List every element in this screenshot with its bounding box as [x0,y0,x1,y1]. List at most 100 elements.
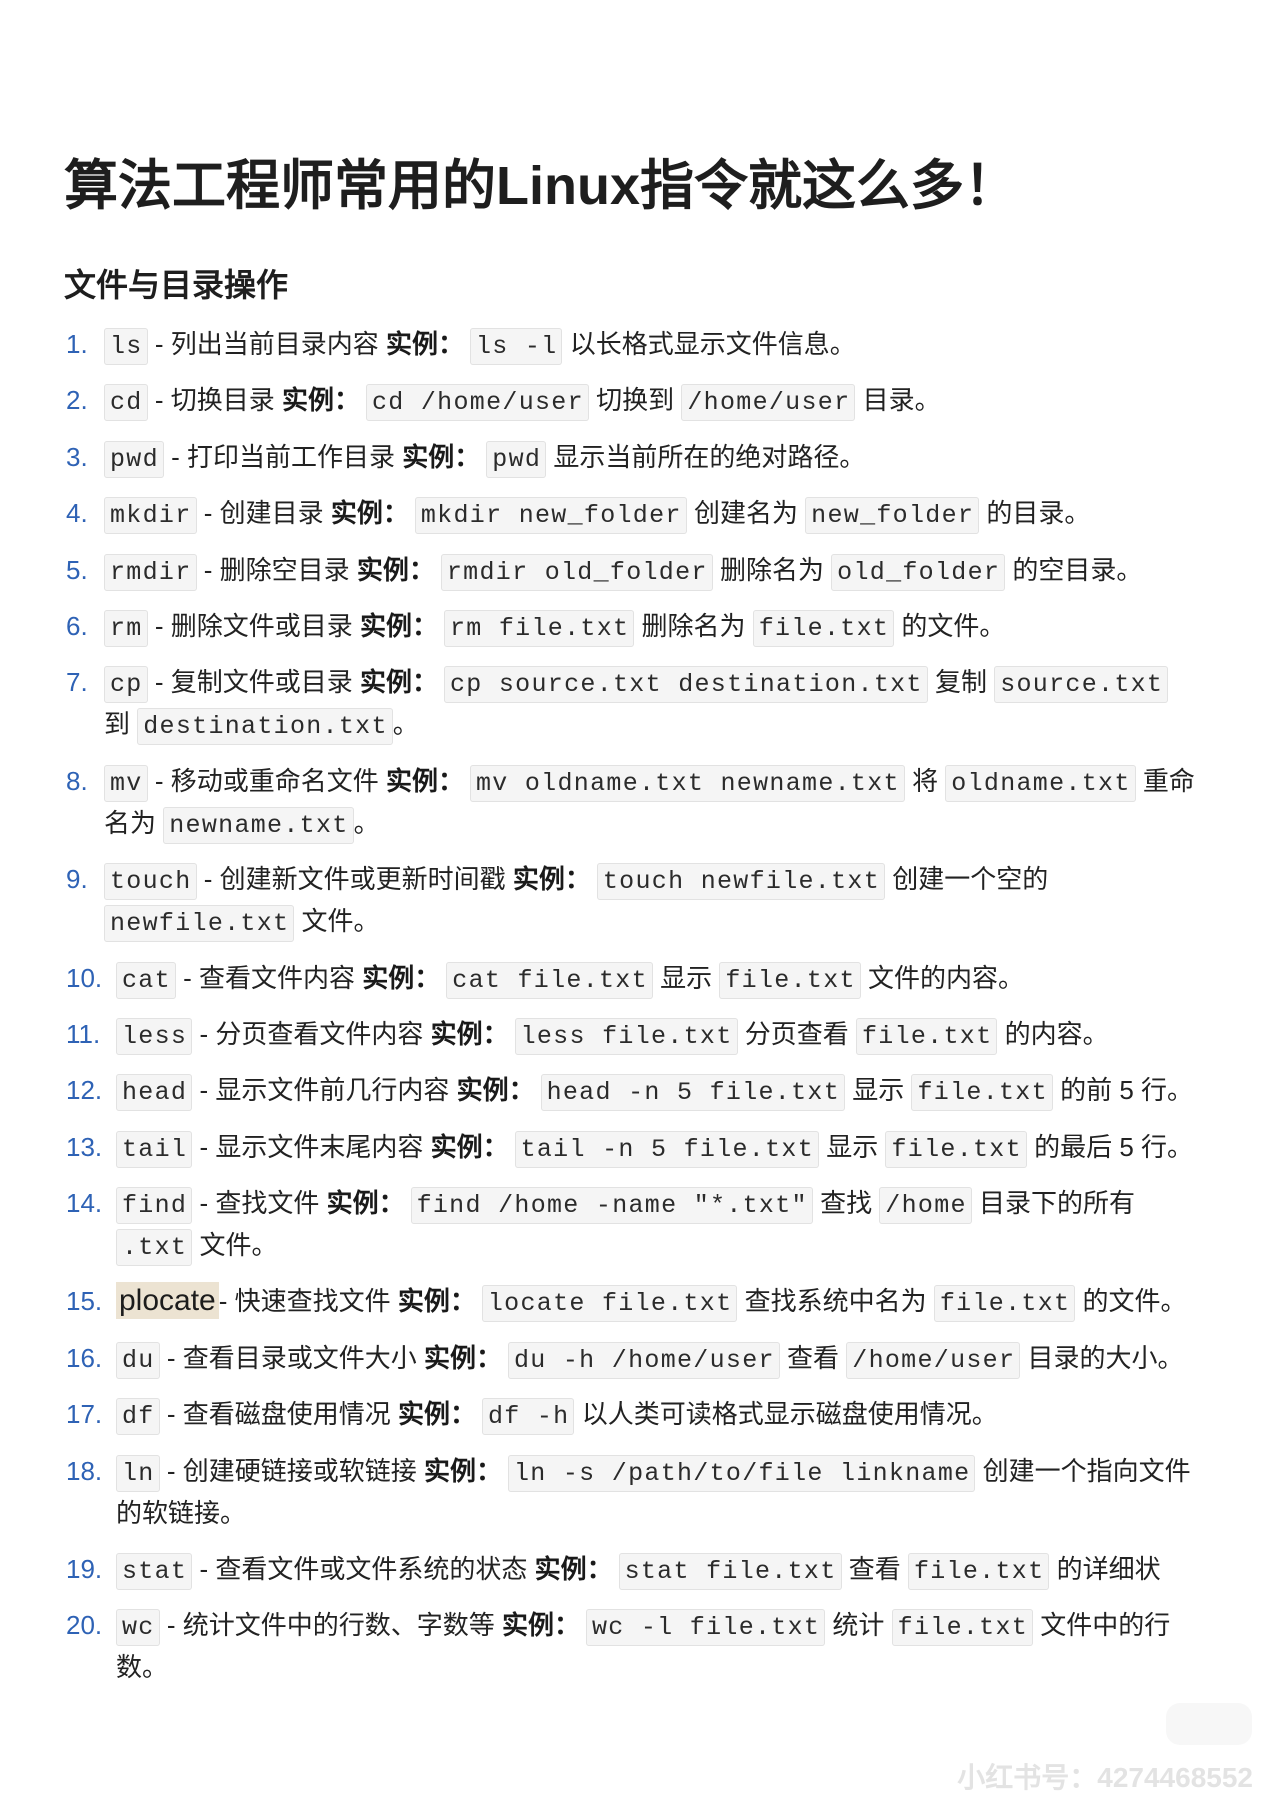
command-name: ls [104,328,148,365]
list-item-line: plocate - 快速查找文件 实例： locate file.txt 查找系统中… [116,1280,1280,1323]
list-item-line: cat - 查看文件内容 实例： cat file.txt 显示 file.txt… [116,957,1280,999]
example-label: 实例： [385,765,464,796]
description-text: 统计 [825,1610,892,1641]
description-text: 分页查看 [737,1018,856,1049]
command-name: df [116,1398,160,1436]
description-text: - 分页查看文件内容 [192,1018,431,1049]
description-text: 创建一个指向文件 [975,1455,1191,1486]
inline-code: /home/user [846,1341,1021,1379]
description-text: 删除名为 [712,554,832,585]
inline-code: wc -l file.txt [585,1609,826,1647]
example-label: 实例： [501,1610,580,1641]
description-text: - 创建硬链接或软链接 [159,1455,424,1486]
example-label: 实例： [430,1131,509,1162]
description-text: 。 [392,709,419,740]
inline-code: file.txt [933,1285,1076,1323]
example-label: 实例： [397,1286,476,1317]
description-text: - 列出当前目录内容 [147,329,386,359]
command-name: less [116,1017,193,1055]
inline-code: source.txt [994,666,1169,704]
list-item-body: cd - 切换目录 实例： cd /home/user 切换到 /home/use… [0,379,1280,422]
list-number: 5. [66,554,88,585]
example-label: 实例： [326,1188,405,1219]
description-text: 的目录。 [979,498,1091,529]
list-number: 16. [66,1342,103,1373]
command-name: find [116,1187,193,1225]
inline-code: cp source.txt destination.txt [443,666,928,704]
list-item-body: du - 查看目录或文件大小 实例： du -h /home/user 查看 /h… [0,1337,1280,1379]
inline-code: file.txt [891,1609,1034,1647]
example-label: 实例： [512,864,591,895]
list-item-line: cp - 复制文件或目录 实例： cp source.txt destinatio… [104,661,1280,704]
example-label: 实例： [430,1018,509,1049]
list-number: 6. [66,610,88,641]
description-text: 显示 [819,1131,886,1162]
list-item: 19. stat - 查看文件或文件系统的状态 实例： stat file.txt … [0,1548,1280,1591]
list-item-line: df - 查看磁盘使用情况 实例： df -h 以人类可读格式显示磁盘使用情况。 [116,1393,1280,1436]
description-text: 的前 5 行。 [1052,1075,1194,1106]
list-number: 3. [66,441,88,472]
description-text: 。 [353,807,380,838]
list-item: 2. cd - 切换目录 实例： cd /home/user 切换到 /home/u… [0,379,1280,422]
watermark-logo [1166,1703,1252,1745]
list-item-line: du - 查看目录或文件大小 实例： du -h /home/user 查看 /h… [116,1337,1280,1379]
list-item-line: rm - 删除文件或目录 实例： rm file.txt 删除名为 file.tx… [104,605,1280,647]
inline-code: .txt [116,1229,193,1267]
list-number: 19. [66,1554,103,1585]
list-item-line: tail - 显示文件末尾内容 实例： tail -n 5 file.txt 显示… [116,1126,1280,1168]
description-text: 显示 [652,962,720,993]
list-number: 15. [66,1286,103,1317]
list-number: 18. [66,1455,103,1486]
description-text: - 查看文件内容 [175,962,363,993]
inline-code: df -h [481,1398,575,1436]
example-label: 实例： [362,962,441,993]
description-text: 的文件。 [1075,1286,1187,1317]
description-text: - 复制文件或目录 [147,667,360,698]
inline-code: mkdir new_folder [414,497,687,535]
inline-code: old_folder [831,553,1006,591]
list-item-body: tail - 显示文件末尾内容 实例： tail -n 5 file.txt 显示… [0,1126,1280,1168]
description-text: 以长格式显示文件信息。 [562,329,856,359]
description-text: 目录的大小。 [1020,1342,1184,1373]
description-text: 的最后 5 行。 [1026,1131,1194,1162]
command-name: cp [104,666,148,704]
description-text: - 切换目录 [147,385,282,416]
description-text: - 移动或重命名文件 [147,765,386,796]
inline-code: rmdir old_folder [440,553,713,591]
command-name: touch [104,863,197,901]
description-text: 目录下的所有 [971,1188,1136,1219]
watermark: 小红书号：4274468552 [957,1762,1253,1793]
description-text: 切换到 [588,385,682,416]
inline-code: newfile.txt [104,905,295,943]
description-text: - 快速查找文件 [218,1286,398,1317]
example-label: 实例： [402,441,481,472]
section-heading: 文件与目录操作 [64,267,289,303]
list-number: 8. [66,765,88,796]
list-number: 13. [66,1131,103,1162]
example-label: 实例： [359,610,438,641]
list-item-line: pwd - 打印当前工作目录 实例： pwd 显示当前所在的绝对路径。 [104,436,1280,478]
list-number: 4. [66,498,88,529]
description-text: 查看 [841,1554,908,1585]
list-item: 6. rm - 删除文件或目录 实例： rm file.txt 删除名为 file.… [0,605,1280,647]
command-name: mkdir [104,497,197,535]
description-text: 目录。 [855,385,941,416]
list-item-line: mv - 移动或重命名文件 实例： mv oldname.txt newname.… [104,760,1280,802]
description-text: 查找 [812,1188,880,1219]
list-item: 11. less - 分页查看文件内容 实例： less file.txt 分页查看… [0,1013,1280,1055]
description-text: - 查找文件 [192,1188,327,1219]
command-name: du [116,1341,160,1379]
description-text: - 创建目录 [196,498,331,529]
list-item-body: rm - 删除文件或目录 实例： rm file.txt 删除名为 file.tx… [0,605,1280,647]
inline-code: oldname.txt [945,764,1136,802]
description-text: 的内容。 [997,1018,1109,1049]
list-item-line: 到 destination.txt。 [104,703,1280,746]
command-name: ln [116,1454,160,1492]
description-text: 显示当前所在的绝对路径。 [546,441,866,472]
description-text: - 显示文件末尾内容 [192,1131,431,1162]
description-text: 显示 [845,1075,912,1106]
list-item-body: df - 查看磁盘使用情况 实例： df -h 以人类可读格式显示磁盘使用情况。 [0,1393,1280,1436]
list-item-body: cat - 查看文件内容 实例： cat file.txt 显示 file.txt… [0,957,1280,999]
highlighted-command: plocate [116,1282,219,1320]
inline-code: /home/user [681,384,856,422]
